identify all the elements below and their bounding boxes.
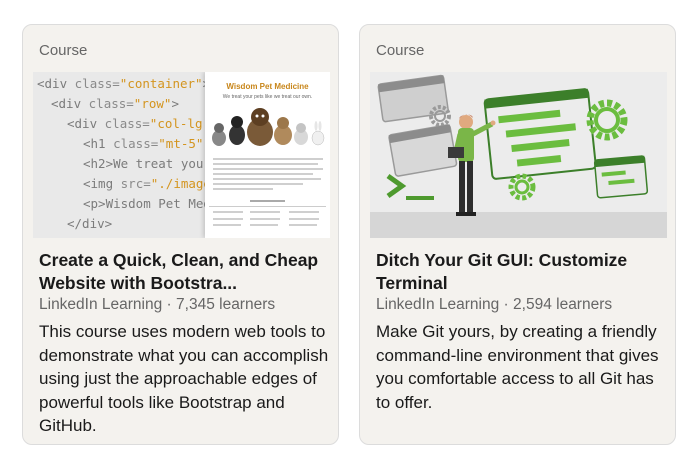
code-line: <h1 class="mt-5" [83, 136, 204, 151]
pets-illustration [212, 108, 325, 146]
terminal-illustration [370, 72, 667, 238]
course-card-git-terminal[interactable]: Course Ditch Your Git GUI: Customize Ter… [359, 24, 676, 445]
provider-name: LinkedIn Learning [376, 296, 500, 313]
course-thumbnail[interactable]: <div class="container"> <div class="row"… [33, 72, 330, 238]
code-line: <div class="row"> [51, 96, 179, 111]
course-meta: LinkedIn Learning · 7,345 learners [39, 296, 276, 313]
website-preview: Wisdom Pet Medicine We treat your pets l… [205, 72, 330, 238]
code-line: <div class="col-lg [67, 116, 203, 131]
course-description: Make Git yours, by creating a friendly c… [376, 322, 659, 412]
course-description: This course uses modern web tools to dem… [39, 322, 329, 435]
course-title[interactable]: Create a Quick, Clean, and Cheap Website… [39, 249, 329, 295]
preview-title: Wisdom Pet Medicine [226, 82, 309, 91]
preview-subtitle: We treat your pets like we treat our own… [222, 94, 313, 100]
course-title[interactable]: Ditch Your Git GUI: Customize Terminal [376, 249, 666, 295]
code-line: </div> [67, 216, 113, 231]
learner-count: 2,594 learners [513, 296, 613, 313]
course-type-label: Course [376, 42, 425, 59]
code-line: <p>Wisdom Pet Med [83, 196, 211, 211]
code-line: <img src="./image [83, 176, 211, 191]
provider-name: LinkedIn Learning [39, 296, 163, 313]
code-line: <h2>We treat your [83, 156, 211, 171]
course-thumbnail[interactable] [370, 72, 667, 238]
course-type-label: Course [39, 42, 88, 59]
learner-count: 7,345 learners [176, 296, 276, 313]
course-card-bootstrap[interactable]: Course <div class="container"> <div clas… [22, 24, 339, 445]
course-meta: LinkedIn Learning · 2,594 learners [376, 296, 613, 313]
code-line: <div class="container"> [37, 76, 210, 91]
